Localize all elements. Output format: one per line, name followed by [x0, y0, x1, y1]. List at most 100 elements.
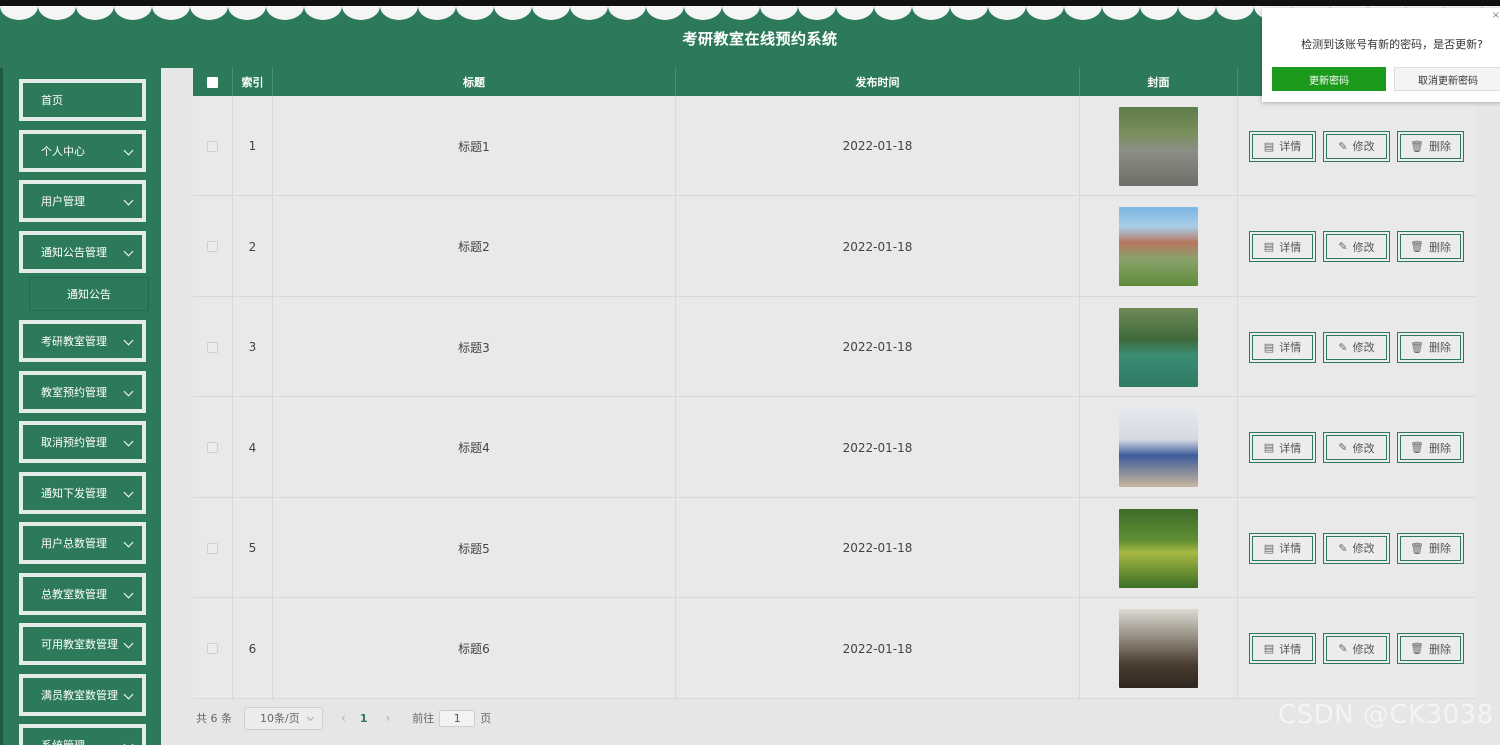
- row-actions: ▤ 详情 ✎ 修改 🗑 删除: [1238, 96, 1475, 196]
- scallop-shape: [722, 6, 760, 20]
- document-icon: ▤: [1263, 541, 1275, 555]
- detail-button[interactable]: ▤ 详情: [1249, 130, 1316, 162]
- row-index: 6: [233, 598, 273, 699]
- sidebar-item-label: 用户管理: [41, 195, 85, 208]
- prev-page-button[interactable]: ‹: [341, 711, 346, 725]
- row-checkbox[interactable]: [207, 542, 218, 554]
- page-size-select[interactable]: 10条/页: [244, 706, 323, 730]
- sidebar-item-classroom-total[interactable]: 总教室数管理: [19, 573, 146, 615]
- edit-button[interactable]: ✎ 修改: [1323, 130, 1390, 162]
- sidebar-item-full-classrooms[interactable]: 满员教室数管理: [19, 674, 146, 716]
- delete-button[interactable]: 🗑 删除: [1397, 432, 1464, 463]
- sidebar: 首页 个人中心 用户管理 通知公告管理 通知公告 考研教室管理 教室预约管理 取…: [0, 68, 161, 745]
- row-title: 标题3: [273, 297, 676, 397]
- scallop-shape: [874, 6, 912, 20]
- detail-button-label: 详情: [1279, 140, 1302, 153]
- row-checkbox[interactable]: [207, 442, 218, 453]
- row-title: 标题4: [273, 397, 676, 498]
- row-cover-cell: [1080, 498, 1238, 598]
- delete-button[interactable]: 🗑 删除: [1397, 231, 1464, 262]
- edit-button[interactable]: ✎ 修改: [1323, 532, 1390, 564]
- chevron-down-icon: [123, 537, 134, 548]
- row-actions: ▤ 详情 ✎ 修改 🗑 删除: [1238, 297, 1475, 397]
- sidebar-item-notice-management[interactable]: 通知公告管理: [19, 231, 146, 273]
- sidebar-item-personal-center[interactable]: 个人中心: [19, 130, 146, 172]
- next-page-button[interactable]: ›: [385, 711, 390, 725]
- edit-button[interactable]: ✎ 修改: [1323, 633, 1390, 664]
- sidebar-item-system-management[interactable]: 系统管理: [19, 724, 146, 745]
- row-actions: ▤ 详情 ✎ 修改 🗑 删除: [1238, 398, 1475, 498]
- row-cover-cell: [1080, 96, 1238, 196]
- detail-button[interactable]: ▤ 详情: [1249, 532, 1316, 564]
- row-publish-time: 2022-01-18: [676, 498, 1080, 598]
- table-row: 4 标题4 2022-01-18 ▤ 详情 ✎ 修改 🗑 删除: [193, 397, 1475, 498]
- edit-button[interactable]: ✎ 修改: [1323, 331, 1390, 363]
- edit-button-label: 修改: [1352, 240, 1375, 254]
- row-checkbox[interactable]: [207, 341, 218, 353]
- sidebar-item-label: 教室预约管理: [41, 386, 107, 399]
- detail-button-label: 详情: [1279, 341, 1302, 354]
- sidebar-item-label: 满员教室数管理: [41, 689, 118, 702]
- chevron-down-icon: [123, 588, 134, 599]
- sidebar-item-available-classrooms[interactable]: 可用教室数管理: [19, 623, 146, 665]
- detail-button[interactable]: ▤ 详情: [1249, 231, 1316, 262]
- sidebar-subitem-notice[interactable]: 通知公告: [29, 277, 149, 311]
- page: 考研教室在线预约系统 首页 个人中心 用户管理 通知公告管理 通知公告 考研教室…: [0, 0, 1500, 745]
- row-cover-cell: [1080, 196, 1238, 297]
- sidebar-item-user-management[interactable]: 用户管理: [19, 180, 146, 222]
- goto-page-input[interactable]: 1: [439, 709, 476, 727]
- close-icon[interactable]: ×: [1492, 10, 1500, 21]
- scallop-shape: [456, 6, 494, 20]
- delete-button[interactable]: 🗑 删除: [1397, 130, 1464, 162]
- row-checkbox[interactable]: [207, 140, 218, 152]
- update-password-button[interactable]: 更新密码: [1272, 67, 1386, 91]
- pencil-icon: ✎: [1338, 340, 1348, 354]
- trash-icon: 🗑: [1410, 240, 1424, 253]
- scallop-shape: [950, 6, 988, 20]
- row-actions: ▤ 详情 ✎ 修改 🗑 删除: [1238, 197, 1475, 297]
- scallop-shape: [532, 6, 570, 20]
- sidebar-item-label: 考研教室管理: [41, 335, 107, 348]
- document-icon: ▤: [1263, 642, 1275, 655]
- delete-button-label: 删除: [1428, 140, 1451, 153]
- row-index: 1: [233, 96, 273, 196]
- detail-button[interactable]: ▤ 详情: [1249, 432, 1316, 463]
- scallop-shape: [1026, 6, 1064, 20]
- edit-button[interactable]: ✎ 修改: [1323, 432, 1390, 463]
- page-number-current[interactable]: 1: [360, 712, 368, 725]
- sidebar-item-notification-dispatch[interactable]: 通知下发管理: [19, 472, 146, 514]
- table-row: 1 标题1 2022-01-18 ▤ 详情 ✎ 修改 🗑 删除: [193, 96, 1475, 196]
- scallop-shape: [152, 6, 190, 20]
- row-checkbox[interactable]: [207, 643, 218, 654]
- scallop-shape: [418, 6, 456, 20]
- sidebar-item-reservation-management[interactable]: 教室预约管理: [19, 371, 146, 413]
- select-all-checkbox[interactable]: [207, 76, 218, 88]
- row-checkbox-cell: [193, 96, 233, 196]
- cover-thumbnail[interactable]: [1119, 508, 1198, 588]
- cover-thumbnail[interactable]: [1119, 408, 1198, 487]
- scallop-shape: [380, 6, 418, 20]
- detail-button[interactable]: ▤ 详情: [1249, 633, 1316, 664]
- trash-icon: 🗑: [1410, 441, 1424, 454]
- sidebar-item-user-total[interactable]: 用户总数管理: [19, 522, 146, 564]
- cover-thumbnail[interactable]: [1119, 106, 1198, 186]
- column-header-cover: 封面: [1080, 68, 1238, 96]
- delete-button[interactable]: 🗑 删除: [1397, 532, 1464, 564]
- edit-button[interactable]: ✎ 修改: [1323, 231, 1390, 262]
- cover-thumbnail[interactable]: [1119, 207, 1198, 286]
- delete-button[interactable]: 🗑 删除: [1397, 331, 1464, 363]
- pencil-icon: ✎: [1338, 441, 1348, 454]
- detail-button[interactable]: ▤ 详情: [1249, 331, 1316, 363]
- row-checkbox[interactable]: [207, 241, 218, 252]
- cover-thumbnail[interactable]: [1119, 609, 1198, 688]
- cover-thumbnail[interactable]: [1119, 307, 1198, 387]
- sidebar-item-home[interactable]: 首页: [19, 79, 146, 121]
- header-checkbox-cell: [193, 68, 233, 96]
- delete-button[interactable]: 🗑 删除: [1397, 633, 1464, 664]
- scallop-shape: [684, 6, 722, 20]
- cancel-update-button[interactable]: 取消更新密码: [1394, 67, 1500, 91]
- sidebar-item-classroom-management[interactable]: 考研教室管理: [19, 320, 146, 362]
- row-index: 4: [233, 397, 273, 498]
- sidebar-item-cancel-reservation[interactable]: 取消预约管理: [19, 421, 146, 463]
- pencil-icon: ✎: [1338, 240, 1348, 253]
